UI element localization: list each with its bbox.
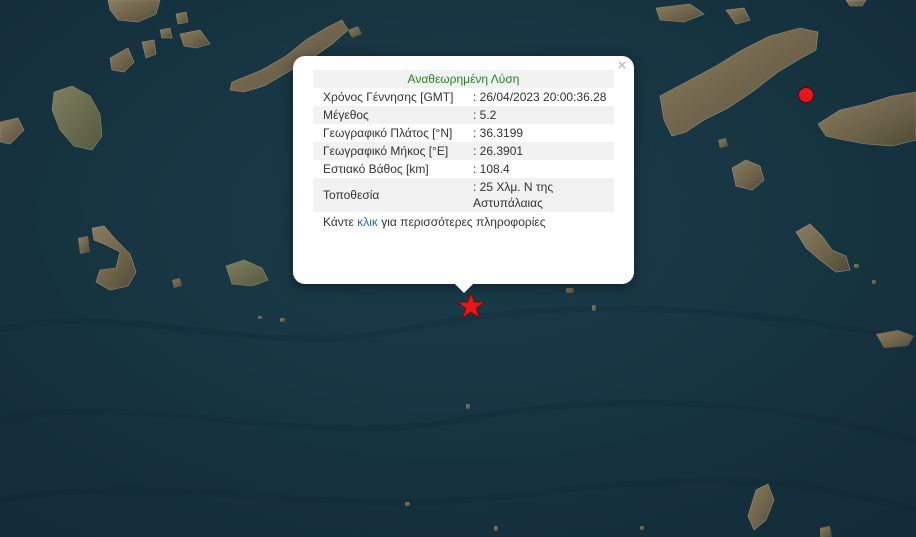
epicenter-star-icon[interactable] xyxy=(457,292,485,320)
info-value: : 36.3199 xyxy=(473,126,524,140)
info-value: : 26/04/2023 20:00:36.28 xyxy=(473,90,607,104)
more-info-prefix: Κάντε xyxy=(323,215,358,229)
info-row-magnitude: Μέγεθος : 5.2 xyxy=(313,106,614,124)
info-label: Εστιακό Βάθος [km] xyxy=(323,162,429,176)
close-icon[interactable]: × xyxy=(615,58,629,73)
info-row-longitude: Γεωγραφικό Μήκος [°E] : 26.3901 xyxy=(313,142,614,160)
info-value: : 26.3901 xyxy=(463,142,614,160)
info-row-depth: Εστιακό Βάθος [km] : 108.4 xyxy=(313,160,614,178)
popup-title: Αναθεωρημένη Λύση xyxy=(313,70,614,88)
more-info-text: Κάντε κλικ για περισσότερες πληροφορίες xyxy=(313,214,614,230)
more-info-link[interactable]: κλικ xyxy=(357,215,378,229)
event-info-popup: × Αναθεωρημένη Λύση Χρόνος Γέννησης [GMT… xyxy=(293,56,634,284)
more-info-suffix: για περισσότερες πληροφορίες xyxy=(377,215,546,229)
info-label: Τοποθεσία xyxy=(313,178,463,212)
info-row-origin-time: Χρόνος Γέννησης [GMT] : 26/04/2023 20:00… xyxy=(313,88,614,106)
info-value: : 108.4 xyxy=(473,162,510,176)
info-row-latitude: Γεωγραφικό Πλάτος [°N] : 36.3199 xyxy=(313,124,614,142)
info-value: : 25 Χλμ. N της Αστυπάλαιας xyxy=(463,178,614,212)
popup-tip xyxy=(454,283,474,293)
info-label: Γεωγραφικό Μήκος [°E] xyxy=(313,142,463,160)
info-row-location: Τοποθεσία : 25 Χλμ. N της Αστυπάλαιας xyxy=(313,178,614,212)
event-info-table: Χρόνος Γέννησης [GMT] : 26/04/2023 20:00… xyxy=(313,88,614,212)
info-label: Μέγεθος xyxy=(313,106,463,124)
other-earthquake-marker[interactable] xyxy=(798,87,814,103)
info-label: Γεωγραφικό Πλάτος [°N] xyxy=(323,126,453,140)
info-label: Χρόνος Γέννησης [GMT] xyxy=(323,90,454,104)
popup-content: Αναθεωρημένη Λύση Χρόνος Γέννησης [GMT] … xyxy=(313,70,614,230)
map-view[interactable]: × Αναθεωρημένη Λύση Χρόνος Γέννησης [GMT… xyxy=(0,0,916,537)
info-value: : 5.2 xyxy=(463,106,614,124)
